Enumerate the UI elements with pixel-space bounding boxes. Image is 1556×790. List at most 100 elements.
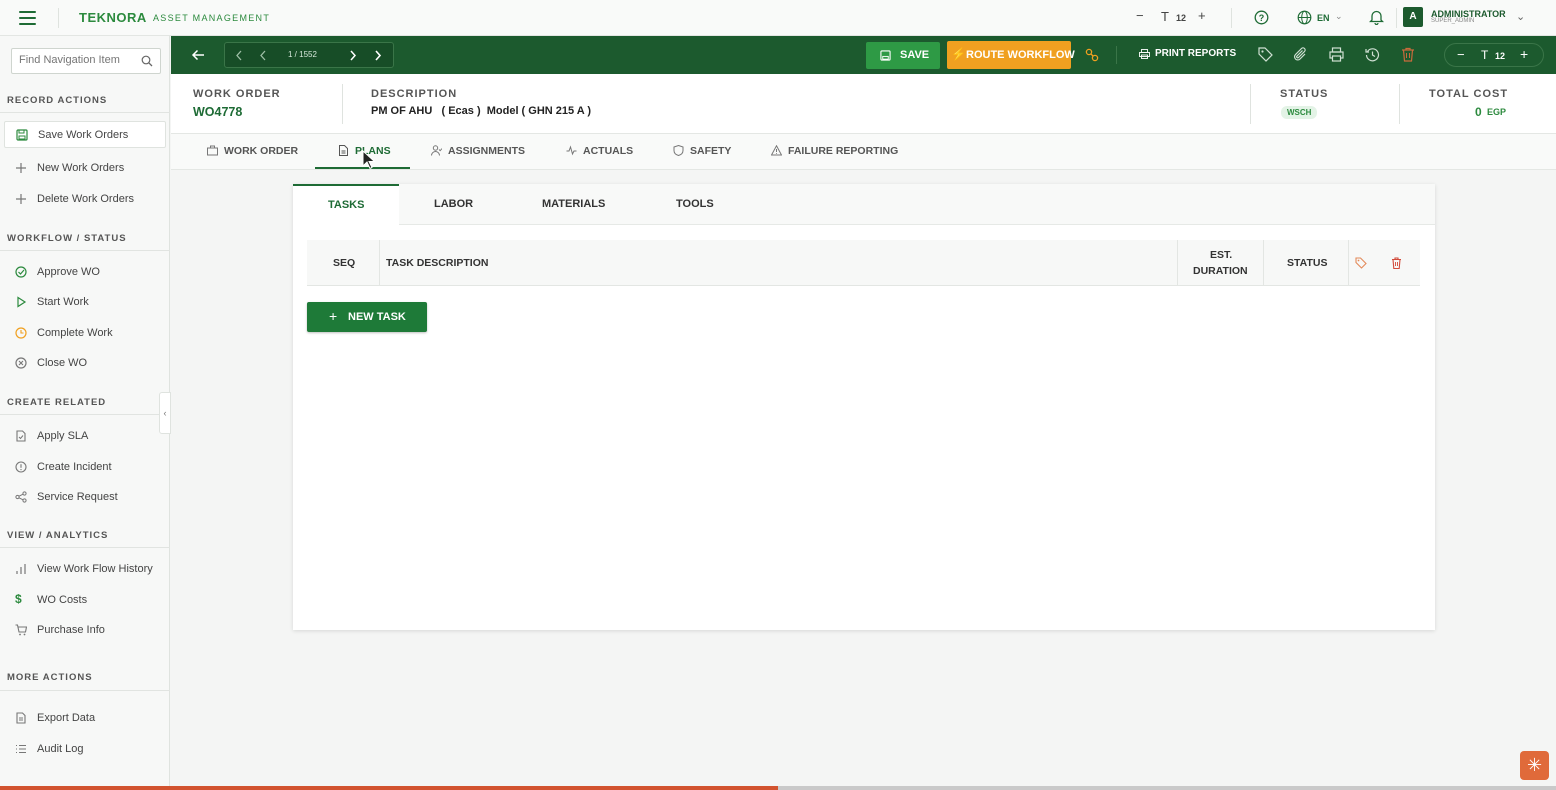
- briefcase-icon: [207, 145, 218, 156]
- search-icon[interactable]: [141, 55, 153, 67]
- sidebar-item-label: New Work Orders: [37, 162, 125, 174]
- document-icon: [16, 430, 26, 442]
- sidebar-item-view-work-flow-history[interactable]: View Work Flow History: [4, 556, 166, 583]
- tab-label: ASSIGNMENTS: [448, 145, 526, 157]
- sidebar-item-label: Complete Work: [37, 327, 113, 339]
- plus-icon: +: [329, 308, 338, 324]
- tab-safety[interactable]: SAFETY: [673, 145, 731, 157]
- sidebar-item-save-work-orders[interactable]: Save Work Orders: [4, 121, 166, 148]
- sidebar-item-apply-sla[interactable]: Apply SLA: [4, 423, 166, 450]
- column-est-duration-line1[interactable]: EST.: [1210, 249, 1232, 261]
- warning-icon: [771, 145, 782, 156]
- previous-record-icon[interactable]: [259, 50, 267, 61]
- total-cost-value: 0: [1475, 105, 1482, 119]
- column-est-duration-line2[interactable]: DURATION: [1193, 265, 1248, 277]
- search-input[interactable]: [19, 54, 137, 66]
- help-icon[interactable]: ?: [1254, 10, 1269, 25]
- chevron-down-icon[interactable]: ⌄: [1516, 10, 1525, 23]
- last-record-icon[interactable]: [374, 50, 382, 61]
- sidebar-item-label: Delete Work Orders: [37, 193, 134, 205]
- tab-label: WORK ORDER: [224, 145, 299, 157]
- list-icon: [16, 744, 26, 754]
- font-size-value: 12: [1495, 51, 1506, 61]
- tag-icon[interactable]: [1355, 257, 1367, 269]
- column-task-description[interactable]: TASK DESCRIPTION: [386, 257, 488, 269]
- tab-failure-reporting[interactable]: FAILURE REPORTING: [771, 145, 898, 157]
- tab-assignments[interactable]: ASSIGNMENTS: [431, 145, 525, 157]
- print-reports-label: PRINT REPORTS: [1155, 48, 1237, 59]
- top-bar: TEKNORA ASSET MANAGEMENT − T 12 + ? EN ⌄…: [0, 0, 1556, 36]
- route-workflow-button[interactable]: ⚡ ROUTE WORKFLOW: [947, 41, 1075, 69]
- paperclip-icon[interactable]: [1293, 47, 1308, 62]
- globe-icon[interactable]: [1297, 10, 1312, 25]
- sidebar-item-service-request[interactable]: Service Request: [4, 484, 166, 511]
- section-view-analytics: VIEW / ANALYTICS: [7, 530, 109, 541]
- bell-icon[interactable]: [1369, 9, 1384, 25]
- sidebar-item-purchase-info[interactable]: Purchase Info: [4, 617, 166, 644]
- page-progress-bar: [0, 786, 1556, 790]
- avatar[interactable]: A: [1403, 7, 1423, 27]
- subtab-materials[interactable]: MATERIALS: [542, 198, 605, 210]
- sidebar-item-close-wo[interactable]: Close WO: [4, 350, 166, 377]
- sidebar-item-complete-work[interactable]: Complete Work: [4, 320, 166, 347]
- workflow-link-icon[interactable]: [1085, 48, 1099, 62]
- increase-font-icon[interactable]: +: [1520, 46, 1528, 62]
- sidebar-item-audit-log[interactable]: Audit Log: [4, 736, 166, 763]
- activity-icon: [566, 145, 577, 156]
- sidebar: RECORD ACTIONS Save Work Orders New Work…: [0, 36, 170, 790]
- sidebar-item-label: Start Work: [37, 296, 89, 308]
- back-arrow-icon[interactable]: [191, 48, 205, 62]
- trash-icon[interactable]: [1391, 257, 1402, 269]
- record-pager: 1 / 1552: [224, 42, 394, 68]
- section-record-actions: RECORD ACTIONS: [7, 95, 108, 106]
- sidebar-item-wo-costs[interactable]: $ WO Costs: [4, 587, 166, 614]
- column-status[interactable]: STATUS: [1287, 257, 1327, 269]
- sidebar-item-label: Purchase Info: [37, 624, 105, 636]
- menu-icon[interactable]: [19, 11, 36, 25]
- next-record-icon[interactable]: [349, 50, 357, 61]
- column-seq[interactable]: SEQ: [333, 257, 355, 269]
- tag-icon[interactable]: [1258, 47, 1273, 62]
- first-record-icon[interactable]: [235, 50, 243, 61]
- save-button[interactable]: SAVE: [866, 42, 940, 69]
- decrease-font-icon[interactable]: −: [1136, 8, 1144, 23]
- sidebar-item-start-work[interactable]: Start Work: [4, 289, 166, 316]
- printer-icon: [1139, 49, 1150, 59]
- section-create-related: CREATE RELATED: [7, 397, 107, 408]
- subtab-tools[interactable]: TOOLS: [676, 198, 714, 210]
- sidebar-item-new-work-orders[interactable]: New Work Orders: [4, 155, 166, 182]
- sidebar-item-label: Create Incident: [37, 461, 112, 473]
- trash-icon[interactable]: [1401, 47, 1415, 62]
- new-task-button[interactable]: + NEW TASK: [307, 302, 427, 332]
- section-workflow-status: WORKFLOW / STATUS: [7, 233, 127, 244]
- brand-subtitle: ASSET MANAGEMENT: [153, 13, 271, 23]
- subtab-labor[interactable]: LABOR: [434, 198, 473, 210]
- increase-font-icon[interactable]: +: [1198, 8, 1206, 23]
- sidebar-item-create-incident[interactable]: Create Incident: [4, 454, 166, 481]
- check-circle-icon: [15, 266, 27, 278]
- record-toolbar: 1 / 1552 SAVE ⚡ ROUTE WORKFLOW PRINT REP…: [171, 36, 1556, 74]
- page-progress-fill: [0, 786, 778, 790]
- subtab-tasks[interactable]: TASKS: [328, 199, 364, 211]
- collapse-sidebar-button[interactable]: ‹: [159, 392, 171, 434]
- clock-icon: [15, 327, 27, 339]
- history-icon[interactable]: [1365, 47, 1380, 62]
- status-badge: WSCH: [1281, 106, 1318, 119]
- play-icon: [17, 296, 27, 308]
- printer-icon[interactable]: [1329, 47, 1344, 62]
- assistant-button[interactable]: ✳: [1520, 751, 1549, 780]
- tab-work-order[interactable]: WORK ORDER: [207, 145, 298, 157]
- language-select[interactable]: EN: [1317, 13, 1330, 23]
- tab-actuals[interactable]: ACTUALS: [566, 145, 633, 157]
- sidebar-item-delete-work-orders[interactable]: Delete Work Orders: [4, 186, 166, 213]
- alert-circle-icon: [15, 461, 27, 473]
- decrease-font-icon[interactable]: −: [1457, 47, 1465, 62]
- record-tabs: WORK ORDER PLANS ASSIGNMENTS ACTUALS SAF…: [171, 134, 1556, 170]
- save-icon: [16, 129, 28, 141]
- search-box[interactable]: [11, 48, 161, 74]
- sidebar-item-approve-wo[interactable]: Approve WO: [4, 259, 166, 286]
- shield-icon: [673, 145, 684, 156]
- sidebar-item-export-data[interactable]: Export Data: [4, 705, 166, 732]
- description-label: DESCRIPTION: [371, 88, 458, 100]
- route-workflow-label: ROUTE WORKFLOW: [966, 49, 1075, 61]
